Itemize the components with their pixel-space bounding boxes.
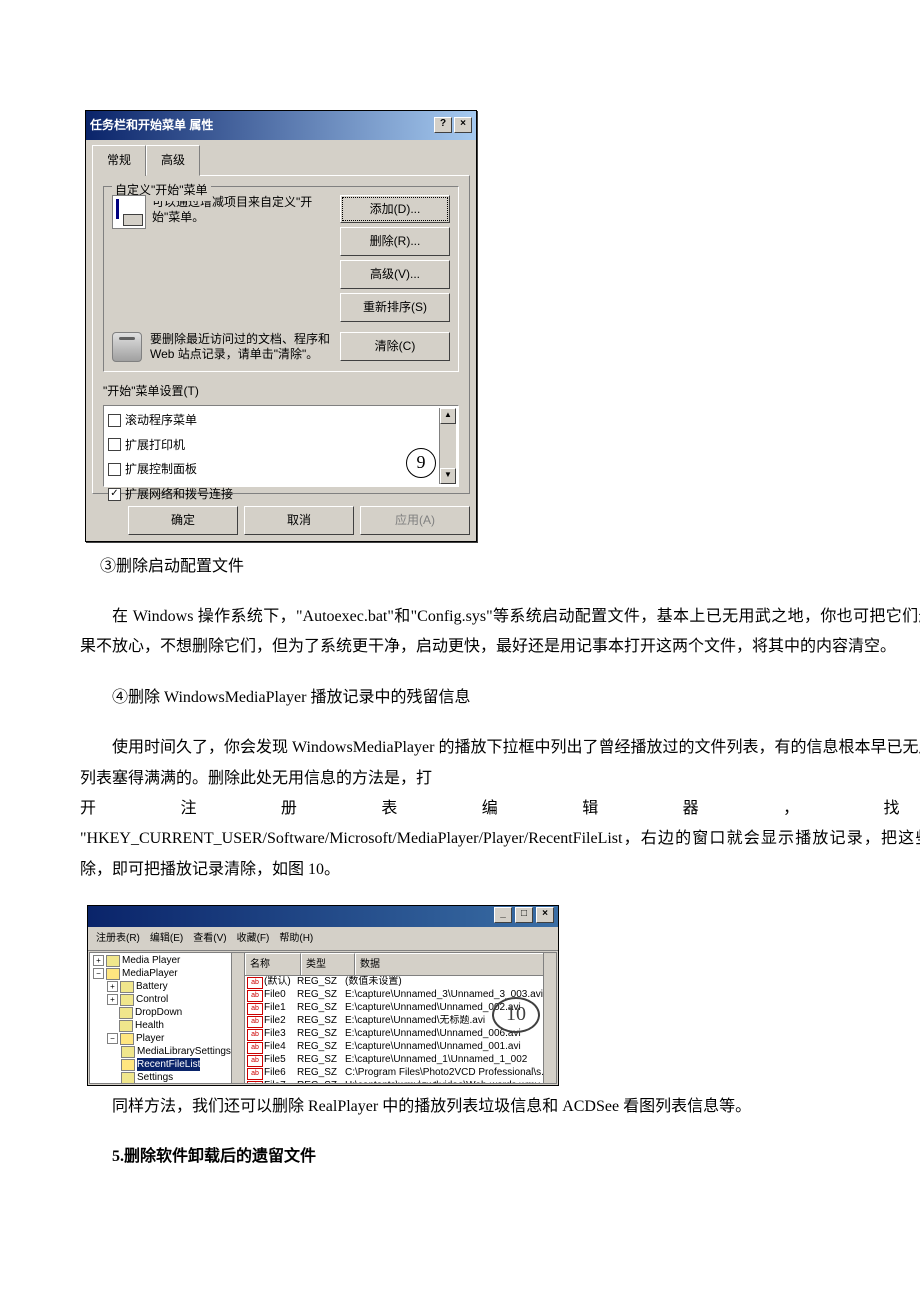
regedit-window: _ □ × 注册表(R) 编辑(E) 查看(V) 收藏(F) 帮助(H) +Me… <box>87 905 559 1086</box>
setting-item-dialup[interactable]: ✓扩展网络和拨号连接 <box>106 482 439 507</box>
figure-annotation-9: 9 <box>406 448 436 478</box>
advanced-button[interactable]: 高级(V)... <box>340 260 450 289</box>
col-type[interactable]: 类型 <box>301 953 355 975</box>
regedit-tree[interactable]: +Media Player −MediaPlayer +Battery +Con… <box>90 953 245 1083</box>
close-icon[interactable]: × <box>536 907 554 923</box>
menu-view[interactable]: 查看(V) <box>189 929 230 948</box>
checkbox-icon[interactable]: ✓ <box>108 488 121 501</box>
help-button[interactable]: ? <box>434 117 452 133</box>
settings-listbox[interactable]: 滚动程序菜单 扩展打印机 扩展控制面板 ✓扩展网络和拨号连接 ▲ ▼ 9 <box>103 405 459 487</box>
list-row[interactable]: ab(默认)REG_SZ(数值未设置) <box>245 976 556 989</box>
list-row[interactable]: abFile5REG_SZE:\capture\Unnamed_1\Unname… <box>245 1054 556 1067</box>
caption-3: ③删除启动配置文件 <box>100 552 920 582</box>
tree-scrollbar[interactable] <box>231 953 244 1083</box>
tab-advanced[interactable]: 高级 <box>146 145 200 176</box>
scroll-down-icon[interactable]: ▼ <box>440 468 456 484</box>
listbox-scrollbar[interactable]: ▲ ▼ <box>439 408 456 484</box>
list-row[interactable]: abFile7REG_SZH:\contents\wmv\zwt\video\W… <box>245 1080 556 1083</box>
caption-4: ④删除 WindowsMediaPlayer 播放记录中的残留信息 <box>80 683 920 713</box>
close-button[interactable]: × <box>454 117 472 133</box>
menu-fav[interactable]: 收藏(F) <box>233 929 274 948</box>
menu-registry[interactable]: 注册表(R) <box>92 929 144 948</box>
customize-start-group: 自定义"开始"菜单 可以通过增减项目来自定义"开始"菜单。 添加(D)... 删… <box>103 186 459 372</box>
regedit-menubar[interactable]: 注册表(R) 编辑(E) 查看(V) 收藏(F) 帮助(H) <box>88 927 558 951</box>
tab-general[interactable]: 常规 <box>92 145 146 176</box>
customize-description: 可以通过增减项目来自定义"开始"菜单。 <box>152 195 334 322</box>
list-row[interactable]: abFile1REG_SZE:\capture\Unnamed\Unnamed_… <box>245 1002 556 1015</box>
settings-label: "开始"菜单设置(T) <box>103 380 459 403</box>
taskbar-properties-dialog: 任务栏和开始菜单 属性 ? × 常规 高级 自定义"开始"菜单 可以通过增减项目… <box>85 110 477 542</box>
remove-button[interactable]: 删除(R)... <box>340 227 450 256</box>
list-scrollbar[interactable] <box>543 953 556 1083</box>
checkbox-icon[interactable] <box>108 438 121 451</box>
paragraph-wmp-a: 使用时间久了，你会发现 WindowsMediaPlayer 的播放下拉框中列出… <box>80 733 920 794</box>
menu-help[interactable]: 帮助(H) <box>275 929 317 948</box>
regedit-title <box>92 907 95 926</box>
scroll-up-icon[interactable]: ▲ <box>440 408 456 424</box>
dialog-titlebar[interactable]: 任务栏和开始菜单 属性 ? × <box>86 111 476 140</box>
minimize-icon[interactable]: _ <box>494 907 512 923</box>
maximize-icon[interactable]: □ <box>515 907 533 923</box>
list-row[interactable]: abFile0REG_SZE:\capture\Unnamed_3\Unname… <box>245 989 556 1002</box>
paragraph-realplayer: 同样方法，我们还可以删除 RealPlayer 中的播放列表垃圾信息和 ACDS… <box>80 1092 920 1122</box>
list-row[interactable]: abFile4REG_SZE:\capture\Unnamed\Unnamed_… <box>245 1041 556 1054</box>
regedit-titlebar[interactable]: _ □ × <box>88 906 558 927</box>
setting-item-control-panel[interactable]: 扩展控制面板 <box>106 457 439 482</box>
paragraph-wmp-b: 开注册表编辑器，找到 <box>80 794 920 824</box>
ok-button[interactable]: 确定 <box>128 506 238 535</box>
heading-5: 5.删除软件卸载后的遗留文件 <box>80 1142 920 1172</box>
paragraph-wmp-c: "HKEY_CURRENT_USER/Software/Microsoft/Me… <box>80 824 920 885</box>
list-header: 名称 类型 数据 <box>245 953 556 976</box>
list-row[interactable]: abFile6REG_SZC:\Program Files\Photo2VCD … <box>245 1067 556 1080</box>
clear-description: 要删除最近访问过的文档、程序和 Web 站点记录，请单击"清除"。 <box>150 332 332 363</box>
apply-button[interactable]: 应用(A) <box>360 506 470 535</box>
clear-button[interactable]: 清除(C) <box>340 332 450 361</box>
col-data[interactable]: 数据 <box>355 953 556 975</box>
paragraph-autoexec: 在 Windows 操作系统下，"Autoexec.bat"和"Config.s… <box>80 602 920 663</box>
tab-body: 自定义"开始"菜单 可以通过增减项目来自定义"开始"菜单。 添加(D)... 删… <box>92 175 470 494</box>
list-row[interactable]: abFile3REG_SZE:\capture\Unnamed\Unnamed_… <box>245 1028 556 1041</box>
col-name[interactable]: 名称 <box>245 953 301 975</box>
tab-strip: 常规 高级 <box>86 140 476 175</box>
trash-icon <box>112 332 142 362</box>
checkbox-icon[interactable] <box>108 463 121 476</box>
checkbox-icon[interactable] <box>108 414 121 427</box>
dialog-title: 任务栏和开始菜单 属性 <box>90 114 432 137</box>
cancel-button[interactable]: 取消 <box>244 506 354 535</box>
list-row[interactable]: abFile2REG_SZE:\capture\Unnamed\无标题.avi <box>245 1015 556 1028</box>
regedit-value-list[interactable]: 名称 类型 数据 ab(默认)REG_SZ(数值未设置) abFile0REG_… <box>245 953 556 1083</box>
setting-item-scroll[interactable]: 滚动程序菜单 <box>106 408 439 433</box>
start-menu-icon <box>112 195 146 229</box>
add-button[interactable]: 添加(D)... <box>340 195 450 224</box>
setting-item-printers[interactable]: 扩展打印机 <box>106 433 439 458</box>
resort-button[interactable]: 重新排序(S) <box>340 293 450 322</box>
menu-edit[interactable]: 编辑(E) <box>146 929 187 948</box>
